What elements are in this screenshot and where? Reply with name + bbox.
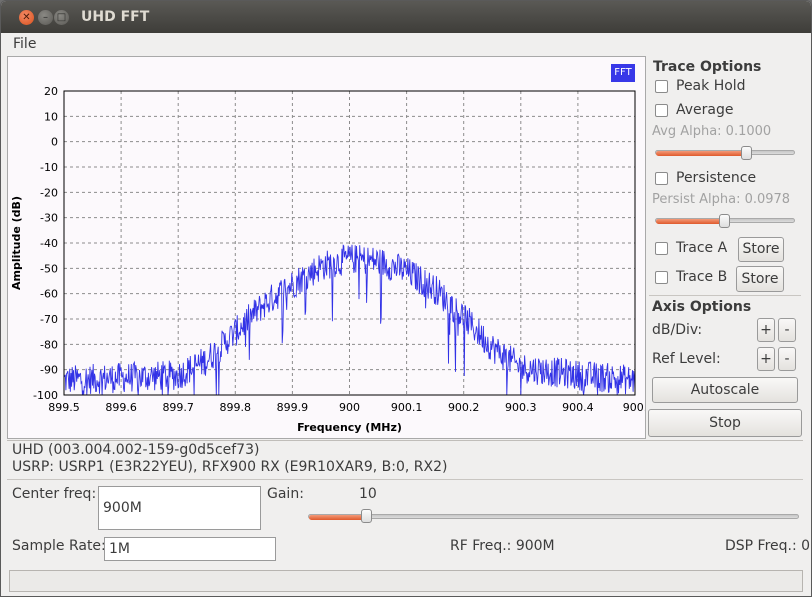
store-trace-a-button[interactable]: Store xyxy=(738,237,784,262)
sample-rate-label: Sample Rate: xyxy=(12,538,106,554)
y-tick-label: 20 xyxy=(44,85,58,98)
gain-label: Gain: xyxy=(267,486,304,502)
x-tick-label: 900.3 xyxy=(505,401,537,414)
status-bar xyxy=(9,570,803,592)
persist-alpha-label: Persist Alpha: 0.0978 xyxy=(652,192,791,207)
persist-alpha-slider-handle[interactable] xyxy=(719,214,730,228)
fft-legend-badge: FFT xyxy=(611,64,635,82)
x-tick-label: 900.4 xyxy=(562,401,594,414)
y-tick-label: -60 xyxy=(40,288,58,301)
y-tick-label: -80 xyxy=(40,338,58,351)
trace-a-checkbox[interactable] xyxy=(655,242,668,255)
persist-alpha-slider-fill xyxy=(656,219,724,224)
sample-rate-input[interactable]: 1M xyxy=(104,537,276,561)
x-tick-label: 899.9 xyxy=(277,401,309,414)
persistence-checkbox[interactable] xyxy=(655,172,668,185)
y-tick-label: 0 xyxy=(51,136,58,149)
ref-level-label: Ref Level: xyxy=(652,351,721,367)
minimize-window-button[interactable]: – xyxy=(38,10,53,25)
close-window-button[interactable]: ✕ xyxy=(19,10,34,25)
trace-b-checkbox[interactable] xyxy=(655,271,668,284)
center-freq-input[interactable]: 900M xyxy=(98,486,261,530)
x-tick-label: 899.6 xyxy=(105,401,137,414)
y-axis-label: Amplitude (dB) xyxy=(10,196,23,290)
x-tick-labels: 899.5 899.6 899.7 899.8 899.9 900 900.1 900.2 90… xyxy=(48,401,645,414)
x-axis-label: Frequency (MHz) xyxy=(297,421,402,434)
peak-hold-checkbox[interactable] xyxy=(655,80,668,93)
x-tick-label: 899.5 xyxy=(48,401,80,414)
menu-file[interactable]: File xyxy=(13,36,36,52)
avg-alpha-slider[interactable] xyxy=(655,150,795,156)
ref-level-decrease-button[interactable]: - xyxy=(778,347,796,371)
avg-alpha-slider-handle[interactable] xyxy=(741,146,752,160)
menu-bar xyxy=(1,33,811,55)
y-tick-labels: 20100-10-20-30-40-50-60-70-80-90-100 xyxy=(33,85,58,402)
avg-alpha-label: Avg Alpha: 0.1000 xyxy=(652,124,772,139)
gain-slider-handle[interactable] xyxy=(361,509,372,523)
window-title: UHD FFT xyxy=(81,9,150,25)
y-tick-label: -70 xyxy=(40,313,58,326)
persistence-label: Persistence xyxy=(676,170,757,186)
trace-options-title: Trace Options xyxy=(653,59,762,75)
app-window: ✕ – □ UHD FFT File 20 10 0 -10 -20 -30 -40 -50-… xyxy=(0,0,812,597)
autoscale-button[interactable]: Autoscale xyxy=(652,377,798,403)
usrp-device-text: USRP: USRP1 (E3R22YEU), RFX900 RX (E9R10… xyxy=(12,459,448,475)
gain-slider-fill xyxy=(309,515,367,520)
db-div-decrease-button[interactable]: - xyxy=(778,318,796,342)
y-tick-label: -20 xyxy=(40,186,58,199)
db-div-increase-button[interactable]: + xyxy=(757,318,775,342)
stop-button[interactable]: Stop xyxy=(648,409,802,437)
y-tick-label: 10 xyxy=(44,110,58,123)
trace-b-label: Trace B xyxy=(676,269,728,285)
dsp-freq-text: DSP Freq.: 0 xyxy=(725,538,811,554)
fft-plot[interactable]: 20100-10-20-30-40-50-60-70-80-90-100 899… xyxy=(8,57,645,438)
y-tick-label: -30 xyxy=(40,212,58,225)
y-tick-label: -40 xyxy=(40,237,58,250)
plot-grid xyxy=(64,91,635,395)
x-tick-label: 900.1 xyxy=(391,401,423,414)
average-checkbox[interactable] xyxy=(655,104,668,117)
x-tick-label: 900 xyxy=(339,401,360,414)
center-freq-label: Center freq: xyxy=(12,486,97,502)
gain-slider[interactable] xyxy=(308,514,799,520)
x-tick-label: 900. xyxy=(623,401,645,414)
axis-options-title: Axis Options xyxy=(652,299,752,315)
status-separator xyxy=(7,479,803,480)
db-div-label: dB/Div: xyxy=(652,322,703,338)
y-tick-label: -10 xyxy=(40,161,58,174)
x-tick-label: 900.2 xyxy=(448,401,480,414)
store-trace-b-button[interactable]: Store xyxy=(736,266,784,292)
gain-value: 10 xyxy=(359,486,377,502)
ref-level-increase-button[interactable]: + xyxy=(757,347,775,371)
panel-separator xyxy=(649,295,801,296)
average-label: Average xyxy=(676,102,734,118)
avg-alpha-slider-fill xyxy=(656,151,746,156)
peak-hold-label: Peak Hold xyxy=(676,78,746,94)
maximize-window-button[interactable]: □ xyxy=(54,10,69,25)
x-tick-label: 899.7 xyxy=(162,401,194,414)
trace-a-label: Trace A xyxy=(676,240,728,256)
y-tick-label: -90 xyxy=(40,364,58,377)
y-tick-label: -50 xyxy=(40,262,58,275)
rf-freq-text: RF Freq.: 900M xyxy=(450,538,555,554)
x-tick-label: 899.8 xyxy=(220,401,252,414)
uhd-version-text: UHD (003.004.002-159-g0d5cef73) xyxy=(12,442,260,458)
